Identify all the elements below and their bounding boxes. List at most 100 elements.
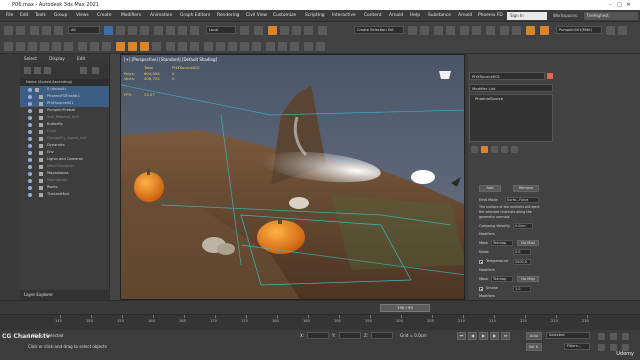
body-force-icon[interactable] <box>228 42 237 51</box>
menu-modifiers[interactable]: Modifiers <box>121 10 141 22</box>
mask-mode-select[interactable]: Texmap <box>491 240 513 246</box>
visibility-eye-icon[interactable] <box>28 94 32 99</box>
scene-tree-row[interactable]: Cave <box>20 128 109 135</box>
scene-tree-row[interactable]: MeshCharacter <box>20 163 109 170</box>
phoenix-liquid-icon[interactable] <box>128 42 137 51</box>
reference-coordinate-system[interactable]: Local <box>206 26 236 34</box>
scene-tree-row[interactable]: PhoenixFDFireAtt1 <box>20 93 109 100</box>
scale-icon[interactable] <box>178 26 187 35</box>
previous-frame-icon[interactable]: ◀ <box>468 332 477 340</box>
scene-tree-row[interactable]: DragonFly_Squch_hdr <box>20 135 109 142</box>
select-by-name-icon[interactable] <box>116 26 125 35</box>
auto-key-button[interactable]: Auto <box>526 332 542 340</box>
filter-icon[interactable] <box>24 67 31 74</box>
modifier-list-dropdown[interactable]: Modifier List <box>469 84 553 92</box>
lock-icon[interactable] <box>80 67 87 74</box>
smoke-checkbox[interactable] <box>479 287 483 291</box>
remove-modifier-icon[interactable] <box>501 146 508 153</box>
visibility-eye-icon[interactable] <box>28 101 32 106</box>
orbit-icon[interactable] <box>622 333 629 340</box>
go-to-start-icon[interactable]: ⏮ <box>457 332 466 340</box>
close-icon[interactable]: ✕ <box>624 0 633 10</box>
menu-phoenix-fd[interactable]: Phoenix FD <box>478 10 503 22</box>
freeze-icon[interactable] <box>92 67 99 74</box>
sign-in-dropdown[interactable]: Sign In <box>507 12 547 20</box>
toggle-scene-explorer-icon[interactable] <box>434 26 443 35</box>
object-color-swatch[interactable] <box>547 73 553 79</box>
pin-stack-icon[interactable] <box>471 146 478 153</box>
visibility-eye-icon[interactable] <box>28 115 32 120</box>
minimize-icon[interactable]: – <box>606 0 615 10</box>
time-slider-knob[interactable]: 190 / 90 <box>380 304 430 312</box>
pivot-center-icon[interactable] <box>240 26 249 35</box>
render-production-icon[interactable] <box>526 26 535 35</box>
key-filters-button[interactable]: Filters... <box>564 343 590 350</box>
layer-explorer-tab[interactable]: Layer Explorer <box>20 290 110 300</box>
box-icon[interactable] <box>16 42 25 51</box>
field-of-view-icon[interactable] <box>610 344 617 351</box>
menu-scripting[interactable]: Scripting <box>305 10 325 22</box>
window-crossing-icon[interactable] <box>140 26 149 35</box>
temperature-mask-select[interactable]: Texmap <box>491 276 513 282</box>
scene-tree-row[interactable]: 0 (default) <box>20 86 109 93</box>
sphere-icon[interactable] <box>28 42 37 51</box>
visibility-eye-icon[interactable] <box>28 150 32 155</box>
next-frame-icon[interactable]: ▶ <box>490 332 499 340</box>
menu-edit[interactable]: Edit <box>20 10 29 22</box>
curve-editor-icon[interactable] <box>460 26 469 35</box>
toggle-layer-explorer-icon[interactable] <box>446 26 455 35</box>
maximize-viewport-icon[interactable] <box>618 26 627 35</box>
visibility-eye-icon[interactable] <box>28 171 32 176</box>
bind-space-warp-icon[interactable] <box>54 26 63 35</box>
create-tab-icon[interactable] <box>4 42 13 51</box>
grid-texture-icon[interactable] <box>304 42 313 51</box>
percent-snap-icon[interactable] <box>292 26 301 35</box>
mirror-icon[interactable] <box>408 26 417 35</box>
maximize-toggle-icon[interactable] <box>622 344 629 351</box>
wind-icon[interactable] <box>204 42 213 51</box>
menu-tools[interactable]: Tools <box>35 10 46 22</box>
menu-substance[interactable]: Substance <box>428 10 451 22</box>
menu-content[interactable]: Content <box>364 10 381 22</box>
unlink-icon[interactable] <box>42 26 51 35</box>
vortex-icon[interactable] <box>216 42 225 51</box>
rectangle-selection-icon[interactable] <box>128 26 137 35</box>
render-setup-icon[interactable] <box>500 26 509 35</box>
visibility-eye-icon[interactable] <box>28 185 32 190</box>
outgoing-velocity-spinner[interactable]: 0.0cm <box>513 223 533 229</box>
x-coordinate-field[interactable] <box>307 332 329 339</box>
object-name-field[interactable]: PHXSource001 <box>469 72 545 80</box>
arnold-render-icon[interactable] <box>540 26 549 35</box>
visibility-eye-icon[interactable] <box>28 122 32 127</box>
menu-help[interactable]: Help <box>410 10 420 22</box>
zoom-extents-icon[interactable] <box>610 333 617 340</box>
particle-texture-icon[interactable] <box>316 42 325 51</box>
menu-edit-se[interactable]: Edit <box>77 56 85 61</box>
spinner-snap-icon[interactable] <box>304 26 313 35</box>
go-to-end-icon[interactable]: ⏭ <box>501 332 510 340</box>
smoke-spinner[interactable]: 1.0 <box>513 286 531 292</box>
viewport-layout-icon[interactable] <box>606 26 615 35</box>
torus-icon[interactable] <box>52 42 61 51</box>
named-selection-set[interactable]: Create Selection Set <box>354 26 404 34</box>
scene-tree-row[interactable]: Moonphase <box>20 177 109 184</box>
temperature-map-button[interactable]: No Map <box>517 276 539 282</box>
visibility-eye-icon[interactable] <box>28 157 32 162</box>
pan-icon[interactable] <box>598 344 605 351</box>
add-button[interactable]: Add <box>479 185 501 192</box>
make-unique-icon[interactable] <box>491 146 498 153</box>
time-configuration-icon[interactable] <box>598 333 605 340</box>
temperature-spinner[interactable]: 2000.0 <box>513 259 531 265</box>
visibility-eye-icon[interactable] <box>28 178 32 183</box>
noise-spinner[interactable]: 0.0 <box>513 249 531 255</box>
scene-tree-row[interactable]: Dynamics <box>20 142 109 149</box>
cylinder-icon[interactable] <box>40 42 49 51</box>
menu-select[interactable]: Select <box>24 56 37 61</box>
stack-item-phoenixsource[interactable]: PhoenixSource <box>472 95 552 102</box>
plane-icon[interactable] <box>78 42 87 51</box>
visibility-eye-icon[interactable] <box>28 136 32 141</box>
workspace-select[interactable]: TheHighest <box>584 12 638 20</box>
column-header[interactable]: Name (Sorted Ascending) <box>20 79 109 86</box>
menu-customize[interactable]: Customize <box>273 10 296 22</box>
force-icon[interactable] <box>190 42 199 51</box>
